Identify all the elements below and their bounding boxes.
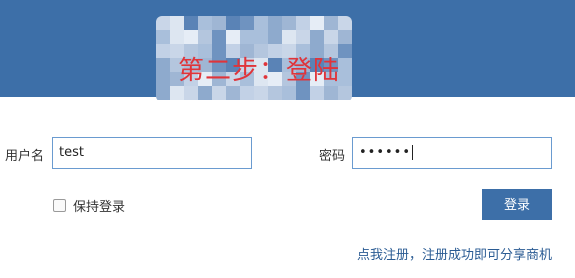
logo-mosaic-tile <box>156 86 170 100</box>
logo-mosaic-tile <box>226 86 240 100</box>
logo-mosaic-tile <box>338 86 352 100</box>
logo-mosaic-tile <box>156 16 170 30</box>
logo-mosaic-tile <box>226 30 240 44</box>
logo-mosaic-tile <box>156 58 170 72</box>
logo-mosaic-tile <box>170 86 184 100</box>
logo-mosaic-tile <box>338 44 352 58</box>
login-button[interactable]: 登录 <box>482 189 552 220</box>
logo-mosaic-tile <box>296 16 310 30</box>
logo-mosaic-tile <box>324 30 338 44</box>
logo-mosaic-tile <box>254 16 268 30</box>
logo-mosaic-tile <box>240 30 254 44</box>
logo-mosaic-tile <box>338 30 352 44</box>
logo-mosaic-tile <box>324 16 338 30</box>
logo-mosaic-tile <box>282 86 296 100</box>
username-input[interactable]: test <box>52 137 252 169</box>
logo-mosaic-tile <box>226 16 240 30</box>
logo-mosaic-tile <box>212 16 226 30</box>
logo-mosaic-tile <box>170 16 184 30</box>
remember-me[interactable]: 保持登录 <box>53 196 125 215</box>
header-banner: 第二步：登陆 <box>0 0 575 100</box>
logo-mosaic-tile <box>184 16 198 30</box>
logo-mosaic-tile <box>338 72 352 86</box>
logo-mosaic-tile <box>268 16 282 30</box>
logo-mosaic-tile <box>282 16 296 30</box>
logo-mosaic-tile <box>156 72 170 86</box>
logo-mosaic-tile <box>184 30 198 44</box>
logo-mosaic-tile <box>212 30 226 44</box>
logo-mosaic-tile <box>184 86 198 100</box>
logo-mosaic-tile <box>338 16 352 30</box>
logo-mosaic-tile <box>296 86 310 100</box>
logo-mosaic-tile <box>310 30 324 44</box>
remember-label: 保持登录 <box>73 200 126 215</box>
remember-checkbox[interactable] <box>53 199 66 212</box>
logo-mosaic-tile <box>254 86 268 100</box>
logo-mosaic-tile <box>198 30 212 44</box>
logo-mosaic-tile <box>268 30 282 44</box>
logo-mosaic-tile <box>212 86 226 100</box>
username-label: 用户名 <box>5 149 45 164</box>
logo-mosaic-tile <box>240 86 254 100</box>
logo-mosaic-tile <box>198 16 212 30</box>
step-title: 第二步：登陆 <box>178 56 341 86</box>
logo-mosaic-tile <box>254 30 268 44</box>
logo-mosaic-tile <box>156 44 170 58</box>
password-input[interactable]: •••••• <box>352 137 552 169</box>
logo-mosaic-tile <box>338 58 352 72</box>
logo-mosaic-tile <box>198 86 212 100</box>
register-link[interactable]: 点我注册，注册成功即可分享商机 <box>357 244 552 263</box>
logo-mosaic-tile <box>324 86 338 100</box>
username-value: test <box>59 145 84 160</box>
logo-mosaic-tile <box>310 16 324 30</box>
logo-mosaic-tile <box>268 86 282 100</box>
logo-mosaic-tile <box>240 16 254 30</box>
logo-mosaic-tile <box>296 30 310 44</box>
logo-mosaic-tile <box>282 30 296 44</box>
logo-mosaic-tile <box>156 30 170 44</box>
password-label: 密码 <box>319 149 346 164</box>
text-cursor <box>412 145 414 160</box>
logo-mosaic-tile <box>170 30 184 44</box>
logo-mosaic-tile <box>310 86 324 100</box>
password-masked-value: •••••• <box>359 145 412 160</box>
